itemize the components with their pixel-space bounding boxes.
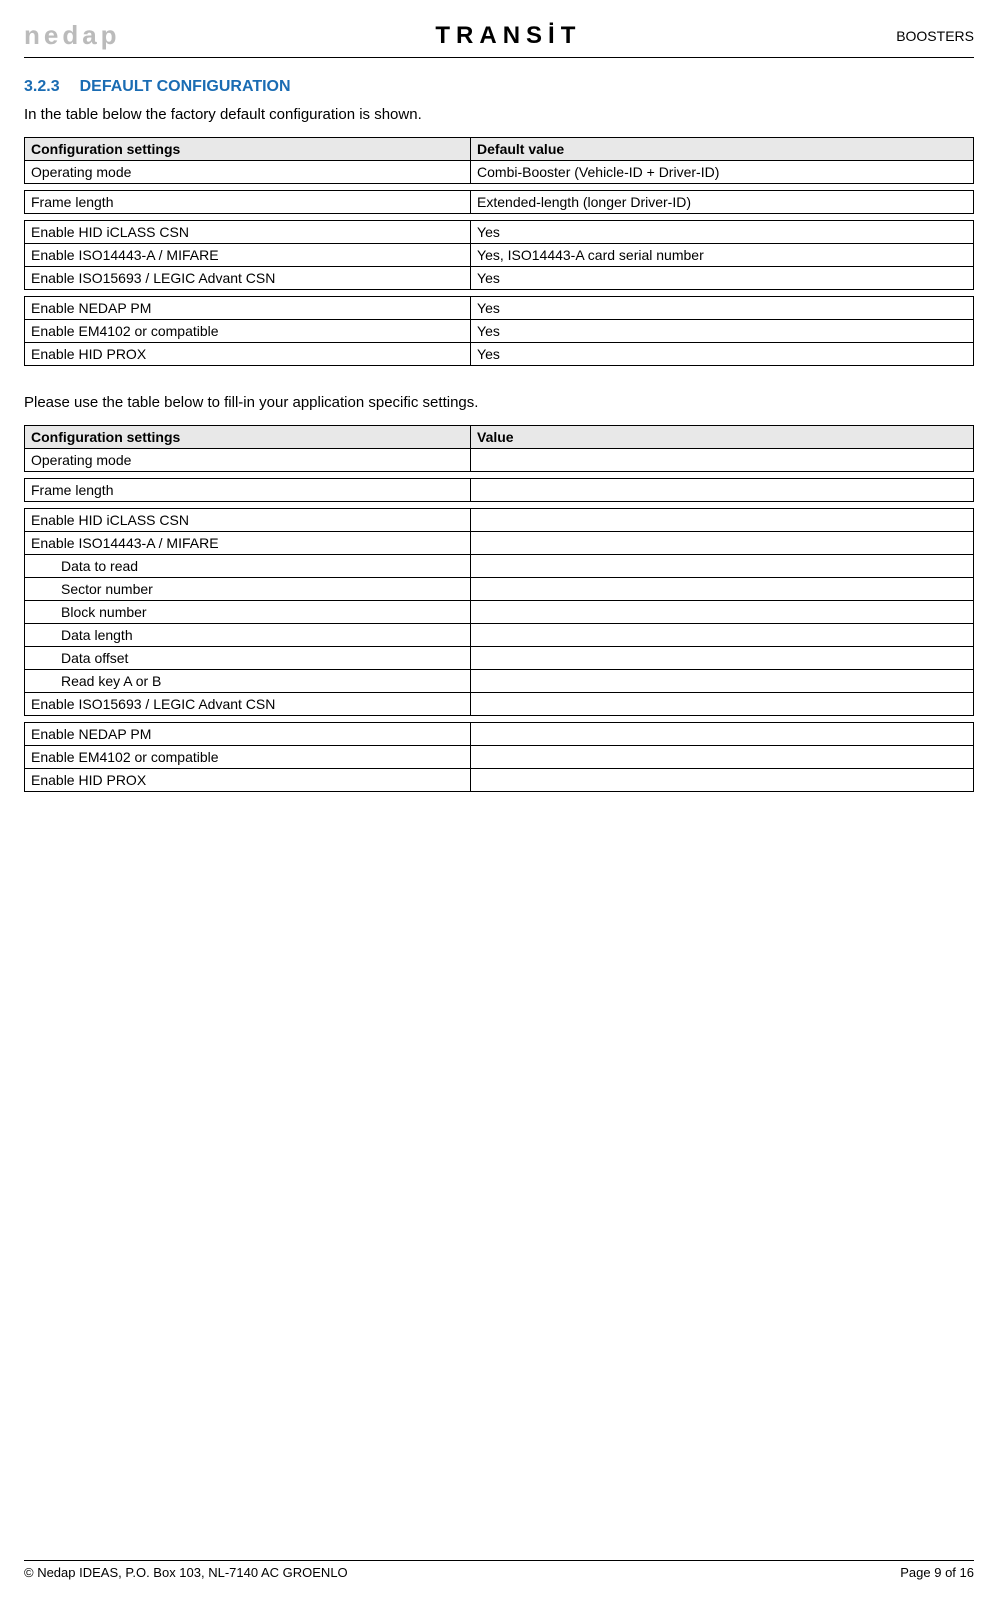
cell-setting: Operating mode [25, 161, 471, 184]
cell-value[interactable] [471, 746, 974, 769]
table-row: Enable EM4102 or compatible Yes [25, 320, 974, 343]
transit-text-b: T [561, 22, 582, 49]
cell-value: Yes [471, 297, 974, 320]
cell-value: Yes [471, 267, 974, 290]
cell-value: Combi-Booster (Vehicle-ID + Driver-ID) [471, 161, 974, 184]
default-config-table-c: Enable HID iCLASS CSN Yes Enable ISO1444… [24, 220, 974, 290]
cell-setting: Read key A or B [25, 670, 471, 693]
user-config-table-c: Enable HID iCLASS CSN Enable ISO14443-A … [24, 508, 974, 716]
cell-value[interactable] [471, 769, 974, 792]
header-section: BOOSTERS [896, 28, 974, 44]
cell-setting: Frame length [25, 191, 471, 214]
cell-setting: Enable HID iCLASS CSN [25, 221, 471, 244]
table-row: Enable HID PROX Yes [25, 343, 974, 366]
cell-setting: Enable NEDAP PM [25, 723, 471, 746]
cell-setting: Enable EM4102 or compatible [25, 320, 471, 343]
table1-header-settings: Configuration settings [25, 138, 471, 161]
cell-value: Yes [471, 320, 974, 343]
cell-value[interactable] [471, 449, 974, 472]
table-row: Operating mode [25, 449, 974, 472]
cell-setting: Enable ISO14443-A / MIFARE [25, 532, 471, 555]
cell-value[interactable] [471, 647, 974, 670]
table2-header-settings: Configuration settings [25, 426, 471, 449]
cell-setting: Sector number [25, 578, 471, 601]
cell-setting: Block number [25, 601, 471, 624]
cell-setting: Frame length [25, 479, 471, 502]
cell-value: Yes [471, 221, 974, 244]
cell-value[interactable] [471, 509, 974, 532]
cell-value[interactable] [471, 723, 974, 746]
transit-i-icon: İ [548, 22, 561, 50]
nedap-logo: nedap [24, 20, 121, 51]
cell-value[interactable] [471, 479, 974, 502]
cell-setting: Operating mode [25, 449, 471, 472]
cell-setting: Enable ISO15693 / LEGIC Advant CSN [25, 693, 471, 716]
cell-value: Extended-length (longer Driver-ID) [471, 191, 974, 214]
table-row: Enable HID iCLASS CSN [25, 509, 974, 532]
user-config-table-d: Enable NEDAP PM Enable EM4102 or compati… [24, 722, 974, 792]
default-config-table-b: Frame length Extended-length (longer Dri… [24, 190, 974, 214]
footer-copyright: © Nedap IDEAS, P.O. Box 103, NL-7140 AC … [24, 1565, 348, 1580]
cell-value[interactable] [471, 532, 974, 555]
table-row: Read key A or B [25, 670, 974, 693]
intro-paragraph-1: In the table below the factory default c… [24, 106, 974, 123]
page-footer: © Nedap IDEAS, P.O. Box 103, NL-7140 AC … [24, 1560, 974, 1580]
transit-text-a: TRANS [435, 22, 548, 49]
section-heading: 3.2.3 DEFAULT CONFIGURATION [24, 78, 974, 96]
cell-setting: Enable NEDAP PM [25, 297, 471, 320]
cell-setting: Enable HID PROX [25, 343, 471, 366]
cell-value[interactable] [471, 624, 974, 647]
table-row: Enable HID iCLASS CSN Yes [25, 221, 974, 244]
intro-paragraph-2: Please use the table below to fill-in yo… [24, 394, 974, 411]
cell-setting: Enable HID PROX [25, 769, 471, 792]
table-row: Enable NEDAP PM Yes [25, 297, 974, 320]
cell-value[interactable] [471, 555, 974, 578]
cell-setting: Data length [25, 624, 471, 647]
section-title-text: DEFAULT CONFIGURATION [80, 78, 291, 95]
user-config-table-b: Frame length [24, 478, 974, 502]
table-row: Frame length Extended-length (longer Dri… [25, 191, 974, 214]
table-row: Data to read [25, 555, 974, 578]
cell-setting: Enable HID iCLASS CSN [25, 509, 471, 532]
table-row: Enable ISO14443-A / MIFARE [25, 532, 974, 555]
cell-setting: Data to read [25, 555, 471, 578]
cell-setting: Data offset [25, 647, 471, 670]
table-row: Enable ISO15693 / LEGIC Advant CSN Yes [25, 267, 974, 290]
section-number: 3.2.3 [24, 78, 60, 95]
cell-value[interactable] [471, 601, 974, 624]
cell-value[interactable] [471, 578, 974, 601]
default-config-table-d: Enable NEDAP PM Yes Enable EM4102 or com… [24, 296, 974, 366]
cell-value[interactable] [471, 670, 974, 693]
table1-header-value: Default value [471, 138, 974, 161]
user-config-table-header: Configuration settings Value Operating m… [24, 425, 974, 472]
table2-header-value: Value [471, 426, 974, 449]
cell-value: Yes, ISO14443-A card serial number [471, 244, 974, 267]
table-row: Enable ISO15693 / LEGIC Advant CSN [25, 693, 974, 716]
cell-setting: Enable EM4102 or compatible [25, 746, 471, 769]
table-row: Enable ISO14443-A / MIFARE Yes, ISO14443… [25, 244, 974, 267]
table-row: Frame length [25, 479, 974, 502]
table-row: Enable EM4102 or compatible [25, 746, 974, 769]
transit-logo: TRANSİT [435, 22, 581, 50]
table-row: Operating mode Combi-Booster (Vehicle-ID… [25, 161, 974, 184]
cell-setting: Enable ISO14443-A / MIFARE [25, 244, 471, 267]
cell-setting: Enable ISO15693 / LEGIC Advant CSN [25, 267, 471, 290]
default-config-tables: Configuration settings Default value Ope… [24, 137, 974, 366]
page-header: nedap TRANSİT BOOSTERS [24, 20, 974, 58]
table-row: Enable NEDAP PM [25, 723, 974, 746]
user-config-tables: Configuration settings Value Operating m… [24, 425, 974, 792]
table-row: Enable HID PROX [25, 769, 974, 792]
cell-value[interactable] [471, 693, 974, 716]
table-row: Block number [25, 601, 974, 624]
table-row: Data length [25, 624, 974, 647]
default-config-table-header: Configuration settings Default value Ope… [24, 137, 974, 184]
footer-page-number: Page 9 of 16 [900, 1565, 974, 1580]
table-row: Data offset [25, 647, 974, 670]
cell-value: Yes [471, 343, 974, 366]
table-row: Sector number [25, 578, 974, 601]
